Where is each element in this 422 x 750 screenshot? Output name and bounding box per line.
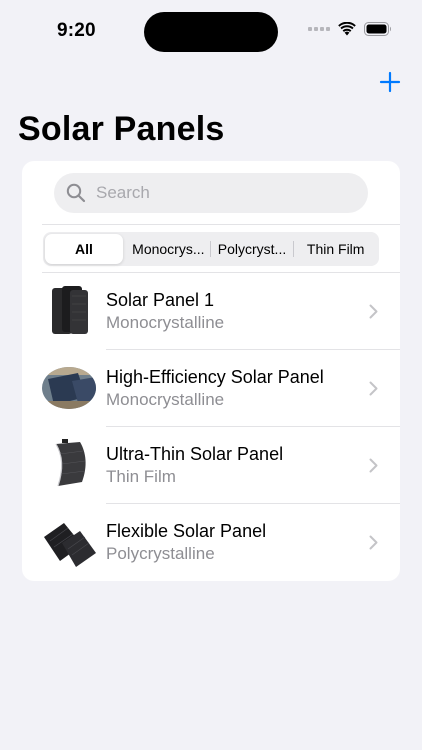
panel-type: Monocrystalline bbox=[106, 390, 225, 409]
panel-type: Polycrystalline bbox=[106, 544, 215, 563]
chevron-right-icon bbox=[369, 535, 378, 550]
screen: 9:20 Solar Panels Search All Monocrys...… bbox=[0, 0, 422, 750]
panel-type: Monocrystalline bbox=[106, 313, 225, 332]
list-item[interactable]: Flexible Solar Panel Polycrystalline bbox=[22, 504, 400, 581]
dynamic-island bbox=[144, 12, 278, 52]
chevron-right-icon bbox=[369, 381, 378, 396]
list-item[interactable]: High-Efficiency Solar Panel Monocrystall… bbox=[22, 350, 400, 427]
panel-name: Flexible Solar Panel bbox=[106, 521, 267, 541]
panel-type: Thin Film bbox=[106, 467, 176, 486]
type-filter-segmented-control: All Monocrys... Polycryst... Thin Film bbox=[43, 232, 379, 266]
segment-thin-film[interactable]: Thin Film bbox=[294, 234, 377, 264]
status-icons bbox=[308, 22, 392, 36]
cellular-signal-icon bbox=[308, 27, 330, 31]
chevron-right-icon bbox=[369, 304, 378, 319]
panel-name: High-Efficiency Solar Panel bbox=[106, 367, 324, 387]
segment-monocrystalline[interactable]: Monocrys... bbox=[127, 234, 210, 264]
divider bbox=[42, 224, 400, 225]
list-item[interactable]: Ultra-Thin Solar Panel Thin Film bbox=[22, 427, 400, 504]
list-item[interactable]: Solar Panel 1 Monocrystalline bbox=[22, 273, 400, 350]
battery-icon bbox=[364, 22, 391, 36]
wifi-icon bbox=[338, 22, 356, 36]
panel-name: Ultra-Thin Solar Panel bbox=[106, 444, 284, 464]
segment-polycrystalline[interactable]: Polycryst... bbox=[211, 234, 294, 264]
panel-list-card: All Monocrys... Polycryst... Thin Film S… bbox=[22, 161, 400, 581]
page-title: Solar Panels bbox=[18, 110, 225, 148]
panel-thumbnail bbox=[44, 523, 96, 567]
panel-thumbnail bbox=[55, 439, 86, 487]
search-input[interactable] bbox=[96, 183, 336, 203]
panel-name: Solar Panel 1 bbox=[106, 290, 215, 310]
search-icon bbox=[66, 183, 86, 203]
chevron-right-icon bbox=[369, 458, 378, 473]
panel-thumbnail bbox=[52, 286, 88, 334]
panel-thumbnail bbox=[42, 367, 96, 409]
status-time: 9:20 bbox=[57, 20, 96, 41]
search-field[interactable] bbox=[54, 173, 368, 213]
add-button[interactable] bbox=[378, 70, 402, 94]
plus-icon bbox=[379, 71, 401, 93]
segment-all[interactable]: All bbox=[45, 234, 123, 264]
